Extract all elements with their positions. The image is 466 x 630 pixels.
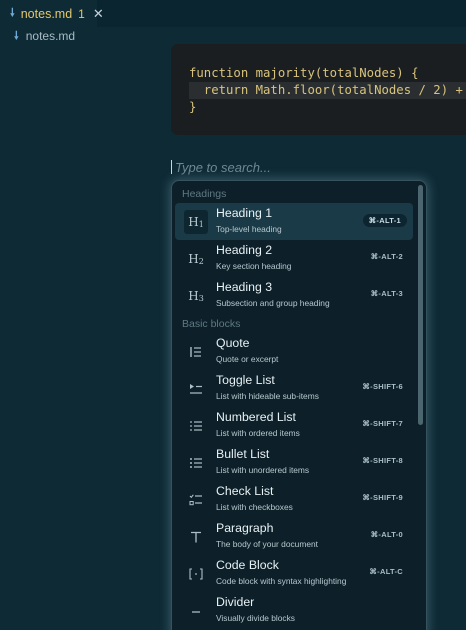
menu-item-bullet-list[interactable]: Bullet List List with unordered items ⌘-… [175,444,413,481]
item-description: List with ordered items [216,428,300,438]
item-label: Check List [216,484,274,498]
item-description: List with unordered items [216,465,310,475]
item-description: List with checkboxes [216,502,293,512]
menu-item-numbered-list[interactable]: Numbered List List with ordered items ⌘-… [175,407,413,444]
shortcut-badge: ⌘-ALT-3 [370,289,403,298]
code-block[interactable]: function majority(totalNodes) { return M… [171,44,466,135]
search-input[interactable] [175,159,375,175]
item-label: Divider [216,595,255,609]
tab-bar: 🠗 notes.md 1 ✕ [0,0,466,27]
item-label: Toggle List [216,373,275,387]
bullet-list-icon [184,451,208,475]
menu-item-code-block[interactable]: Code Block Code block with syntax highli… [175,555,413,592]
shortcut-badge: ⌘-ALT-C [369,567,403,576]
item-label: Quote [216,336,250,350]
problem-count-badge: 1 [78,6,85,21]
item-label: Heading 2 [216,243,273,257]
shortcut-badge: ⌘-ALT-1 [362,214,407,227]
menu-item-heading-1[interactable]: H1 Heading 1 Top-level heading ⌘-ALT-1 [175,203,413,240]
section-header-headings: Headings [182,188,227,200]
menu-item-paragraph[interactable]: Paragraph The body of your document ⌘-AL… [175,518,413,555]
text-cursor [171,160,172,174]
slash-command-menu: Headings H1 Heading 1 Top-level heading … [171,180,427,630]
shortcut-badge: ⌘-SHIFT-8 [362,456,403,465]
menu-item-heading-3[interactable]: H3 Heading 3 Subsection and group headin… [175,277,413,314]
h1-icon: H1 [184,210,208,234]
breadcrumb-file[interactable]: notes.md [26,29,75,43]
numbered-list-icon [184,414,208,438]
menu-item-heading-2[interactable]: H2 Heading 2 Key section heading ⌘-ALT-2 [175,240,413,277]
item-description: Quote or excerpt [216,354,279,364]
item-description: Key section heading [216,261,292,271]
item-description: List with hideable sub-items [216,391,319,401]
item-label: Numbered List [216,410,296,424]
breadcrumb: 🠗 notes.md [14,29,75,43]
divider-icon [184,599,208,623]
menu-item-check-list[interactable]: Check List List with checkboxes ⌘-SHIFT-… [175,481,413,518]
shortcut-badge: ⌘-ALT-0 [370,530,403,539]
tab-notes-md[interactable]: 🠗 notes.md 1 ✕ [0,0,104,27]
shortcut-badge: ⌘-SHIFT-6 [362,382,403,391]
shortcut-badge: ⌘-ALT-2 [370,252,403,261]
item-label: Bullet List [216,447,270,461]
item-label: Paragraph [216,521,274,535]
tab-title: notes.md [20,6,73,21]
close-icon[interactable]: ✕ [93,6,104,22]
item-description: Subsection and group heading [216,298,330,308]
item-label: Heading 3 [216,280,273,294]
menu-item-toggle-list[interactable]: Toggle List List with hideable sub-items… [175,370,413,407]
scrollbar[interactable] [418,185,423,425]
h2-icon: H2 [188,252,204,266]
shortcut-badge: ⌘-SHIFT-9 [362,493,403,502]
markdown-file-icon: 🠗 [10,7,15,19]
code-line: return Math.floor(totalNodes / 2) + 1; [189,82,466,99]
item-description: Top-level heading [216,224,282,234]
markdown-file-icon: 🠗 [14,29,19,42]
quote-icon [184,340,208,364]
toggle-list-icon [184,377,208,401]
code-line: } [189,100,197,114]
shortcut-badge: ⌘-SHIFT-7 [362,419,403,428]
h3-icon: H3 [188,289,204,303]
slash-command-search [171,159,375,175]
section-header-basic-blocks: Basic blocks [182,318,241,330]
code-block-icon [184,562,208,586]
item-label: Heading 1 [216,206,273,220]
menu-item-quote[interactable]: Quote Quote or excerpt [175,333,413,370]
menu-item-divider[interactable]: Divider Visually divide blocks [175,592,413,629]
item-description: The body of your document [216,539,318,549]
check-list-icon [184,488,208,512]
code-line: function majority(totalNodes) { [189,66,419,80]
item-description: Code block with syntax highlighting [216,576,347,586]
item-description: Visually divide blocks [216,613,295,623]
item-label: Code Block [216,558,279,572]
paragraph-icon [184,525,208,549]
